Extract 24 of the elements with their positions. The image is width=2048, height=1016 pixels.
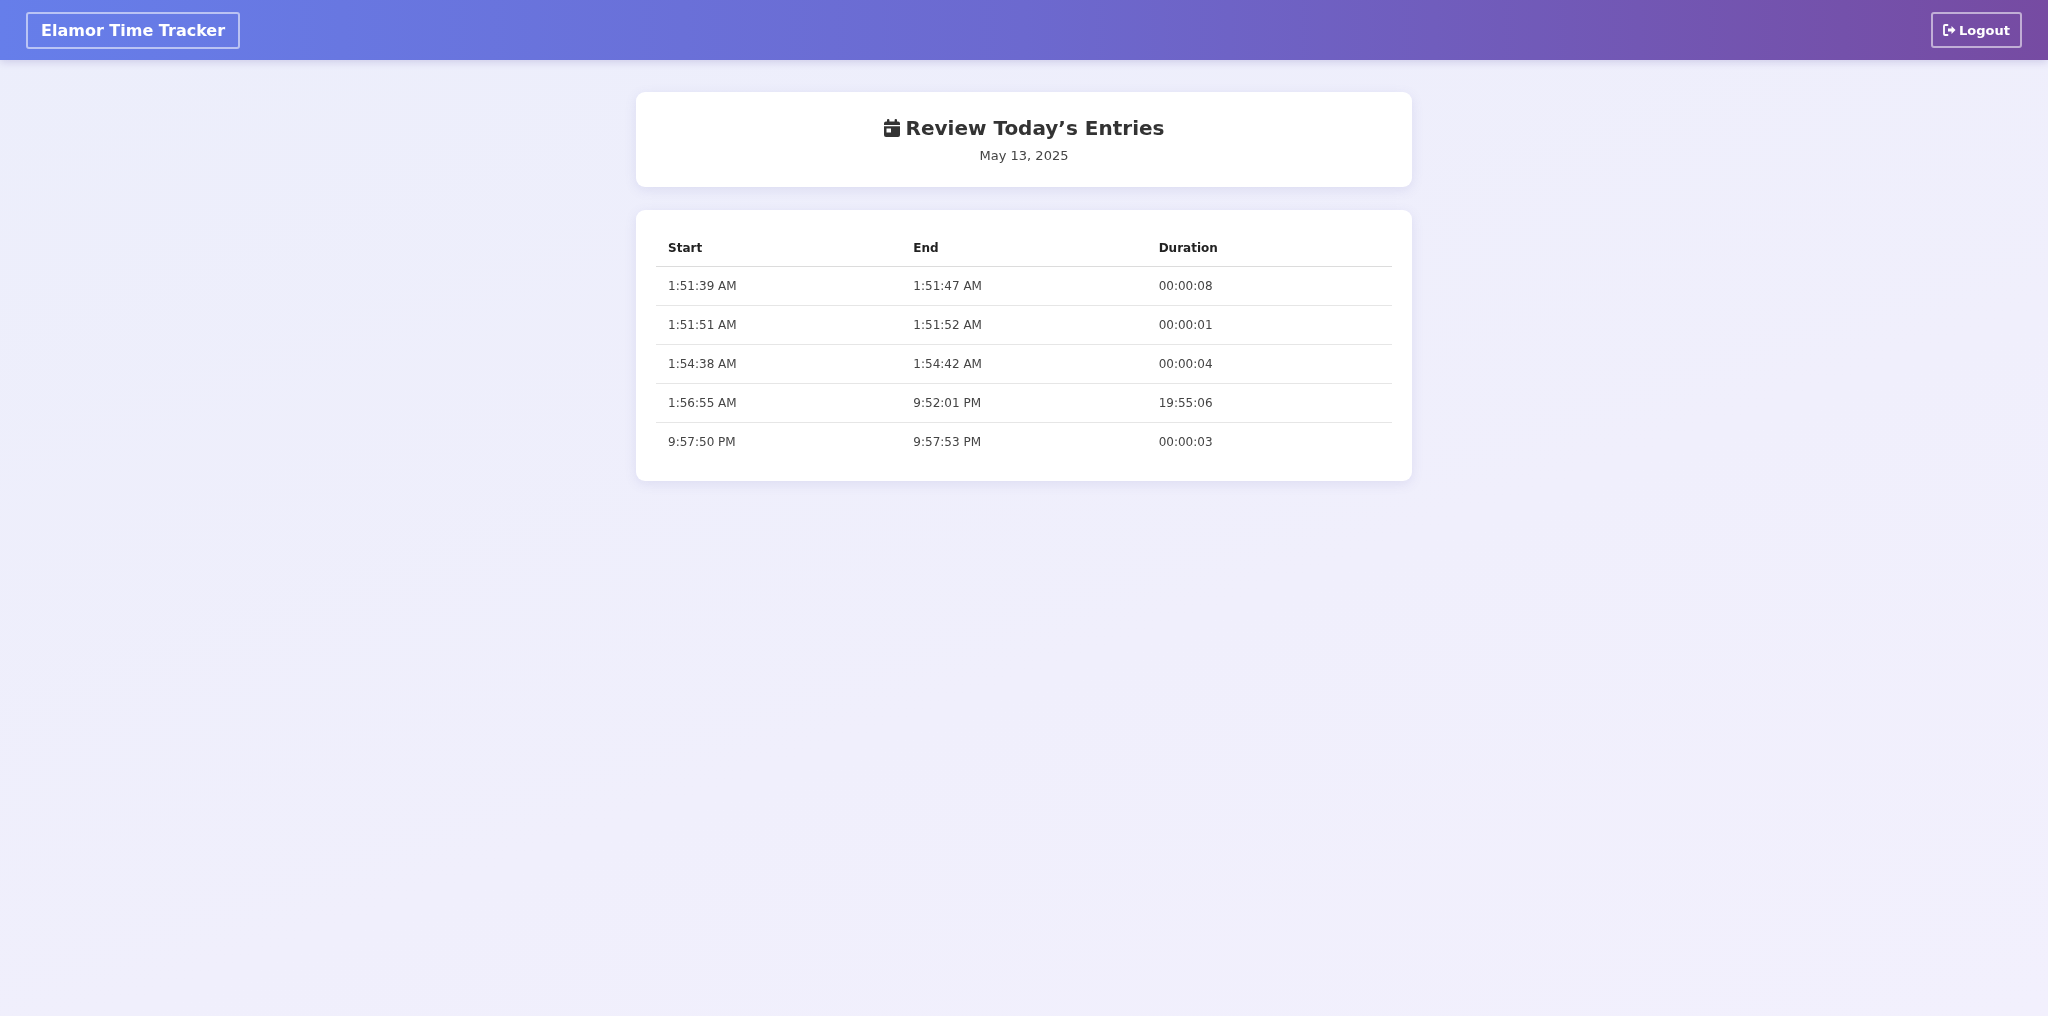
logout-button[interactable]: Logout <box>1931 12 2022 48</box>
table-cell: 00:00:08 <box>1146 266 1392 306</box>
table-cell: 9:57:50 PM <box>656 422 902 461</box>
brand-link[interactable]: Elamor Time Tracker <box>26 11 241 49</box>
table-cell: 00:00:01 <box>1146 305 1392 345</box>
table-cell: 00:00:04 <box>1146 344 1392 384</box>
column-header: Start <box>656 230 902 267</box>
table-cell: 1:51:52 AM <box>901 305 1147 345</box>
calendar-icon <box>883 119 900 137</box>
column-header: Duration <box>1146 230 1392 267</box>
table-cell: 1:51:47 AM <box>901 266 1147 306</box>
table-cell: 1:54:42 AM <box>901 344 1147 384</box>
table-cell: 1:54:38 AM <box>656 344 902 384</box>
table-cell: 00:00:03 <box>1146 422 1392 461</box>
table-cell: 9:57:53 PM <box>901 422 1147 461</box>
date-text: May 13, 2025 <box>979 148 1069 163</box>
table-cell: 1:51:39 AM <box>656 266 902 306</box>
table-cell: 19:55:06 <box>1146 383 1392 423</box>
logout-icon <box>1943 24 1957 36</box>
table-cell: 1:51:51 AM <box>656 305 902 345</box>
page-title: Review Today’s Entries <box>905 116 1165 140</box>
table-cell: 1:56:55 AM <box>656 383 902 423</box>
column-header: End <box>901 230 1147 267</box>
table-cell: 9:52:01 PM <box>901 383 1147 423</box>
